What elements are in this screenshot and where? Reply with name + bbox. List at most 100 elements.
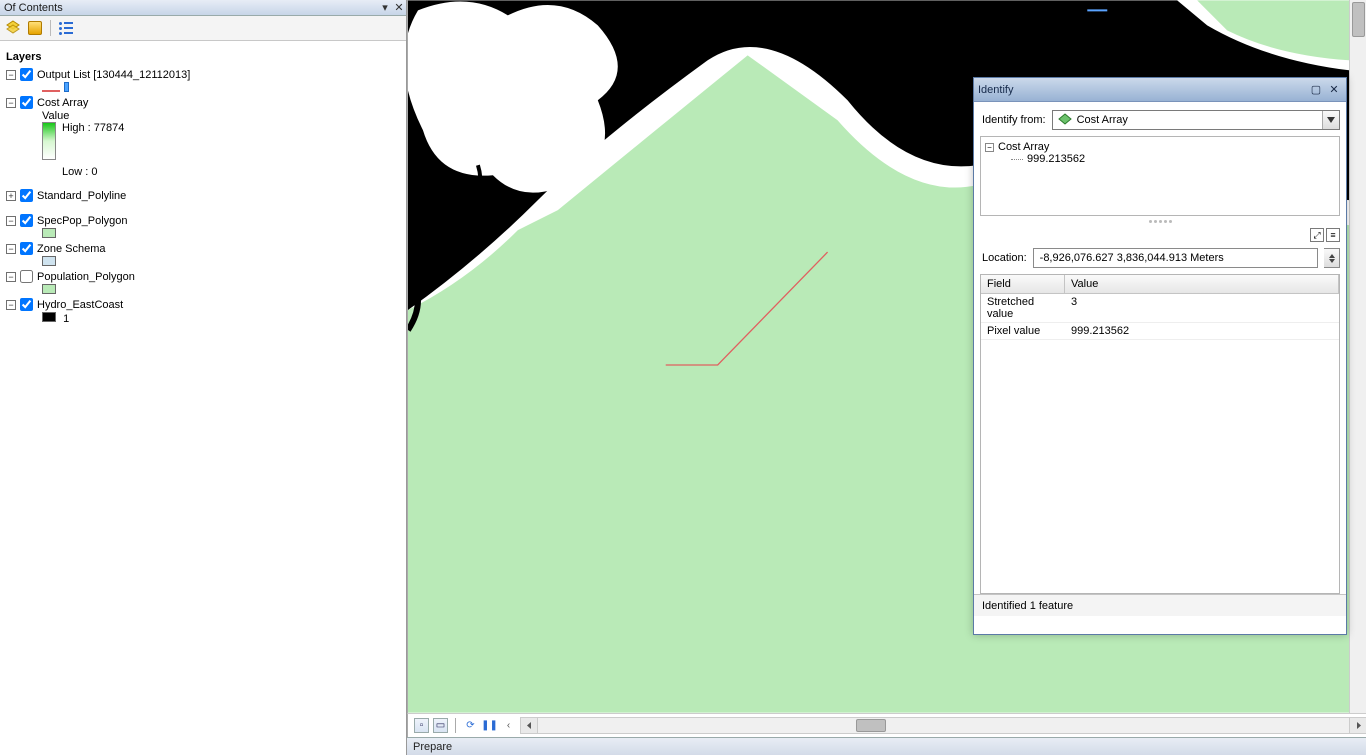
layer-symbology [42,256,402,269]
scrollbar-thumb[interactable] [856,719,886,732]
collapse-icon[interactable]: − [6,70,16,80]
polygon-swatch [42,228,56,238]
close-icon[interactable]: ✕ [392,1,406,14]
layer-name: Zone Schema [37,243,105,255]
toolbar-divider [50,20,51,36]
expand-icon[interactable]: + [6,191,16,201]
layer-name: Hydro_EastCoast [37,299,123,311]
toc-title-bar[interactable]: Of Contents ▾ ✕ [0,0,406,16]
identify-from-combo[interactable]: Cost Array [1052,110,1340,130]
prev-extent-button[interactable]: ‹ [501,718,516,733]
raster-value-label: Value [42,110,402,122]
toolbar-divider [455,718,456,733]
raster-high-label: High : 77874 [62,122,124,134]
identify-from-row: Identify from: Cost Array [974,102,1346,136]
grid-header: Field Value [981,275,1339,294]
point-swatch [64,82,69,92]
scrollbar-thumb[interactable] [1352,2,1365,37]
layer-visibility-checkbox[interactable] [20,68,33,81]
zoom-to-button[interactable]: ⤢ [1310,228,1324,242]
toc-title: Of Contents [4,2,63,14]
grid-row[interactable]: Stretched value 3 [981,294,1339,323]
layer-symbology [42,284,402,297]
toc-group-title: Layers [6,51,402,63]
collapse-icon[interactable]: − [6,244,16,254]
grid-cell-field: Stretched value [981,294,1065,322]
identify-from-value: Cost Array [1077,114,1322,126]
collapse-icon[interactable]: − [6,272,16,282]
identify-mini-toolbar: ⤢ ≡ [974,228,1346,242]
pin-icon[interactable]: ▾ [378,1,392,14]
pause-button[interactable]: ❚❚ [482,718,497,733]
identify-title: Identify [978,84,1013,96]
grid-header-value: Value [1065,275,1339,293]
identify-status-text: Identified 1 feature [982,600,1073,612]
layer-row[interactable]: + Standard_Polyline [4,188,402,203]
gradient-swatch [42,122,56,160]
location-input[interactable]: -8,926,076.627 3,836,044.913 Meters [1033,248,1318,268]
grid-cell-field: Pixel value [981,323,1065,339]
tree-root-node[interactable]: − Cost Array [985,141,1335,153]
layer-name: Population_Polygon [37,271,135,283]
list-by-drawing-order-button[interactable] [4,19,22,37]
polygon-swatch [42,284,56,294]
layer-visibility-checkbox[interactable] [20,96,33,109]
layer-row[interactable]: − Zone Schema [4,241,402,256]
layer-row[interactable]: − Hydro_EastCoast [4,297,402,312]
layer-visibility-checkbox[interactable] [20,189,33,202]
list-by-selection-button[interactable] [57,19,75,37]
layer-row[interactable]: − Cost Array [4,95,402,110]
scroll-left-button[interactable] [521,718,538,733]
layer-row[interactable]: − SpecPop_Polygon [4,213,402,228]
grid-cell-value: 999.213562 [1065,323,1339,339]
collapse-icon[interactable]: − [6,98,16,108]
data-view-button[interactable]: ▫ [414,718,429,733]
tree-root-label: Cost Array [998,141,1049,153]
identify-attribute-grid[interactable]: Field Value Stretched value 3 Pixel valu… [980,274,1340,594]
toc-toolbar [0,16,406,41]
list-icon [59,22,73,35]
grid-cell-value: 3 [1065,294,1339,322]
layer-visibility-checkbox[interactable] [20,270,33,283]
source-icon [28,21,42,35]
status-text: Prepare [413,741,452,753]
polygon-swatch [42,256,56,266]
status-bar: Prepare [407,737,1366,755]
splitter-handle[interactable] [974,216,1346,226]
raster-legend: High : 77874 Low : 0 [42,122,402,178]
layer-symbology: 1 [42,312,402,325]
map-bottom-toolbar: ▫ ▭ ⟳ ❚❚ ‹ [407,713,1366,737]
maximize-icon[interactable]: ▢ [1308,83,1324,97]
layers-icon [5,19,21,38]
collapse-icon[interactable]: − [985,143,994,152]
layer-name: Cost Array [37,97,88,109]
layer-row[interactable]: − Output List [130444_12112013] [4,67,402,82]
tree-child-node[interactable]: 999.213562 [1011,153,1335,165]
close-icon[interactable]: ✕ [1326,83,1342,97]
grid-row[interactable]: Pixel value 999.213562 [981,323,1339,340]
identify-status-bar: Identified 1 feature [974,594,1346,616]
layer-row[interactable]: − Population_Polygon [4,269,402,284]
identify-dialog[interactable]: Identify ▢ ✕ Identify from: Cost Array −… [973,77,1347,635]
identify-from-label: Identify from: [982,114,1046,126]
horizontal-scrollbar[interactable] [520,717,1366,734]
collapse-icon[interactable]: − [6,300,16,310]
layer-name: SpecPop_Polygon [37,215,128,227]
layer-visibility-checkbox[interactable] [20,214,33,227]
layout-view-button[interactable]: ▭ [433,718,448,733]
symbol-label: 1 [63,313,69,325]
scroll-right-button[interactable] [1349,718,1366,733]
collapse-icon[interactable]: − [6,216,16,226]
vertical-scrollbar[interactable] [1349,0,1366,713]
raster-low-label: Low : 0 [62,166,124,178]
location-units-button[interactable] [1324,248,1340,268]
menu-button[interactable]: ≡ [1326,228,1340,242]
dropdown-arrow-icon[interactable] [1322,111,1339,129]
location-label: Location: [982,252,1027,264]
list-by-source-button[interactable] [26,19,44,37]
layer-visibility-checkbox[interactable] [20,298,33,311]
refresh-button[interactable]: ⟳ [463,718,478,733]
identify-result-tree[interactable]: − Cost Array 999.213562 [980,136,1340,216]
layer-visibility-checkbox[interactable] [20,242,33,255]
identify-title-bar[interactable]: Identify ▢ ✕ [974,78,1346,102]
